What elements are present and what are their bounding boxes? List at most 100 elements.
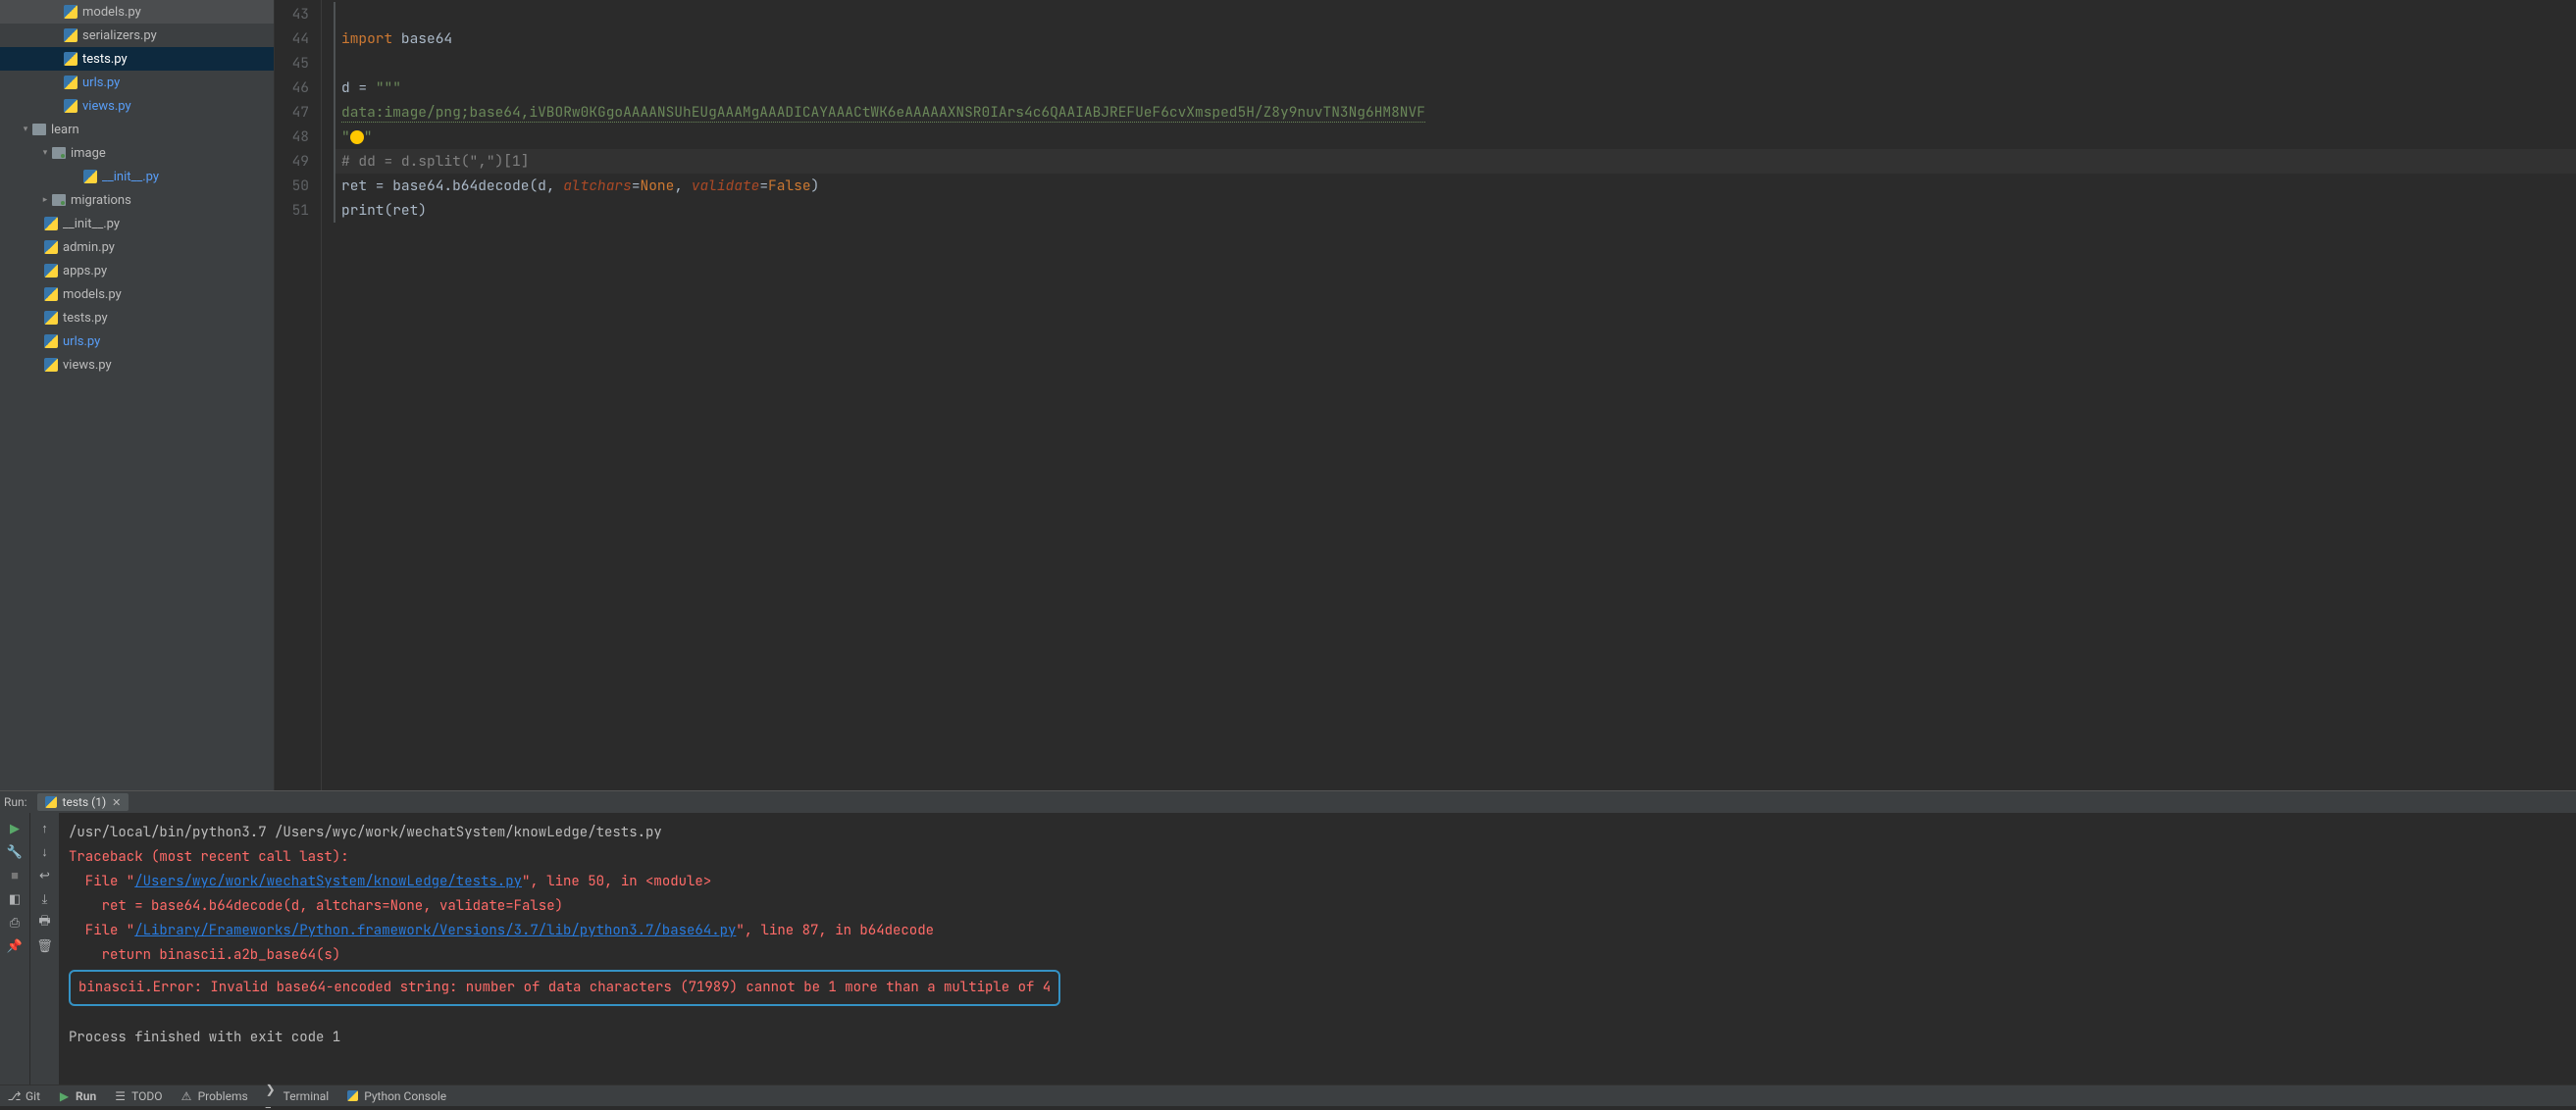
line-number[interactable]: 44 xyxy=(275,26,309,51)
python-file-icon xyxy=(43,263,59,278)
line-number[interactable]: 46 xyxy=(275,76,309,100)
problems-tool-button[interactable]: ⚠ Problems xyxy=(180,1089,248,1103)
rerun-icon[interactable]: ▶ xyxy=(7,821,23,836)
console-output[interactable]: /usr/local/bin/python3.7 /Users/wyc/work… xyxy=(59,813,2576,1085)
line-number[interactable]: 48 xyxy=(275,125,309,149)
python-file-icon xyxy=(43,216,59,231)
run-panel-label: Run: xyxy=(4,795,27,809)
python-file-icon xyxy=(45,796,57,808)
tree-file[interactable]: urls.py xyxy=(0,71,274,94)
project-tree[interactable]: models.pyserializers.pytests.pyurls.pyvi… xyxy=(0,0,275,790)
tree-file[interactable]: serializers.py xyxy=(0,24,274,47)
python-file-icon xyxy=(43,286,59,302)
python-file-icon xyxy=(43,333,59,349)
tree-folder[interactable]: ▸ migrations xyxy=(0,188,274,212)
status-bar: ⎇ Git ▶ Run ☰ TODO ⚠ Problems ❯_ Termina… xyxy=(0,1085,2576,1106)
python-file-icon xyxy=(63,27,78,43)
list-icon: ☰ xyxy=(114,1089,127,1102)
down-arrow-icon[interactable]: ↓ xyxy=(37,844,53,860)
traceback-frame-2: File "/Library/Frameworks/Python.framewo… xyxy=(69,919,2566,943)
line-number[interactable]: 51 xyxy=(275,198,309,223)
code-editor[interactable]: 434445464748495051 import base64 d = """… xyxy=(275,0,2576,790)
keyword-import: import xyxy=(341,29,392,48)
line-number[interactable]: 45 xyxy=(275,51,309,76)
run-tab-label: tests (1) xyxy=(63,795,107,809)
line-number[interactable]: 50 xyxy=(275,174,309,198)
package-icon xyxy=(51,145,67,161)
print-console-icon[interactable]: 🖶 xyxy=(37,915,53,931)
tree-file[interactable]: models.py xyxy=(0,282,274,306)
traceback-file-link[interactable]: /Library/Frameworks/Python.framework/Ver… xyxy=(134,922,736,939)
tree-folder[interactable]: ▾learn xyxy=(0,118,274,141)
close-icon[interactable]: ✕ xyxy=(112,796,121,809)
chevron-down-icon[interactable]: ▾ xyxy=(20,125,31,134)
tree-item-label: __init__.py xyxy=(102,170,159,184)
tree-item-label: urls.py xyxy=(82,76,120,90)
python-file-icon xyxy=(82,169,98,184)
chevron-down-icon[interactable]: ▾ xyxy=(39,148,51,158)
tree-item-label: models.py xyxy=(63,287,122,302)
tree-file[interactable]: views.py xyxy=(0,353,274,377)
line-number[interactable]: 43 xyxy=(275,2,309,26)
python-file-icon xyxy=(63,75,78,90)
tree-item-label: tests.py xyxy=(63,311,108,326)
tree-item-label: urls.py xyxy=(63,334,100,349)
python-file-icon xyxy=(43,310,59,326)
pin-icon[interactable]: 📌 xyxy=(7,938,23,954)
tree-folder[interactable]: ▾ image xyxy=(0,141,274,165)
traceback-source-1: ret = base64.b64decode(d, altchars=None,… xyxy=(69,894,2566,919)
error-message: binascii.Error: Invalid base64-encoded s… xyxy=(78,976,1051,1000)
exit-message: Process finished with exit code 1 xyxy=(69,1026,2566,1050)
scroll-to-end-icon[interactable]: ⤓ xyxy=(37,891,53,907)
chevron-right-icon[interactable]: ▸ xyxy=(39,195,51,205)
todo-tool-button[interactable]: ☰ TODO xyxy=(114,1089,162,1103)
traceback-source-2: return binascii.a2b_base64(s) xyxy=(69,943,2566,968)
tree-item-label: apps.py xyxy=(63,264,107,278)
tree-item-label: migrations xyxy=(71,193,131,208)
tree-file[interactable]: tests.py xyxy=(0,47,274,71)
up-arrow-icon[interactable]: ↑ xyxy=(37,821,53,836)
wrench-icon[interactable]: 🔧 xyxy=(7,844,23,860)
tree-item-label: image xyxy=(71,146,106,161)
tree-item-label: admin.py xyxy=(63,240,115,255)
run-tool-window[interactable]: Run: tests (1) ✕ ▶ 🔧 ■ ◧ ⎙ 📌 ↑ ↓ ↩ ⤓ 🖶 🗑… xyxy=(0,790,2576,1085)
tree-file[interactable]: views.py xyxy=(0,94,274,118)
printer-icon[interactable]: ⎙ xyxy=(7,915,23,931)
play-icon: ▶ xyxy=(58,1089,71,1102)
python-file-icon xyxy=(43,357,59,373)
tree-item-label: models.py xyxy=(82,5,141,20)
run-toolbar-left: ▶ 🔧 ■ ◧ ⎙ 📌 xyxy=(0,813,29,1085)
folder-icon xyxy=(31,122,47,137)
tree-item-label: views.py xyxy=(82,99,131,114)
line-number[interactable]: 49 xyxy=(275,149,309,174)
tree-file[interactable]: models.py xyxy=(0,0,274,24)
traceback-header: Traceback (most recent call last): xyxy=(69,845,2566,870)
tree-file[interactable]: __init__.py xyxy=(0,212,274,235)
tree-file[interactable]: admin.py xyxy=(0,235,274,259)
tree-file[interactable]: tests.py xyxy=(0,306,274,329)
intention-bulb-icon[interactable] xyxy=(350,130,364,144)
terminal-tool-button[interactable]: ❯_ Terminal xyxy=(266,1089,330,1103)
terminal-icon: ❯_ xyxy=(266,1089,279,1102)
console-command: /usr/local/bin/python3.7 /Users/wyc/work… xyxy=(69,821,2566,845)
tree-file[interactable]: urls.py xyxy=(0,329,274,353)
python-console-tool-button[interactable]: Python Console xyxy=(346,1089,446,1103)
code-area[interactable]: import base64 d = """ data:image/png;bas… xyxy=(322,0,2576,790)
run-config-tab[interactable]: tests (1) ✕ xyxy=(37,793,129,811)
run-tool-button[interactable]: ▶ Run xyxy=(58,1089,96,1103)
python-file-icon xyxy=(43,239,59,255)
traceback-file-link[interactable]: /Users/wyc/work/wechatSystem/knowLedge/t… xyxy=(134,873,522,890)
run-tab-bar: Run: tests (1) ✕ xyxy=(0,791,2576,813)
error-highlight-box: binascii.Error: Invalid base64-encoded s… xyxy=(69,970,1060,1006)
stop-icon[interactable]: ■ xyxy=(7,868,23,883)
soft-wrap-icon[interactable]: ↩ xyxy=(37,868,53,883)
layout-icon[interactable]: ◧ xyxy=(7,891,23,907)
git-tool-button[interactable]: ⎇ Git xyxy=(8,1089,40,1103)
tree-file[interactable]: apps.py xyxy=(0,259,274,282)
trash-icon[interactable]: 🗑 xyxy=(37,938,53,954)
traceback-frame-1: File "/Users/wyc/work/wechatSystem/knowL… xyxy=(69,870,2566,894)
line-number[interactable]: 47 xyxy=(275,100,309,125)
git-branch-icon: ⎇ xyxy=(8,1089,21,1102)
python-icon xyxy=(346,1089,359,1102)
tree-file[interactable]: __init__.py xyxy=(0,165,274,188)
